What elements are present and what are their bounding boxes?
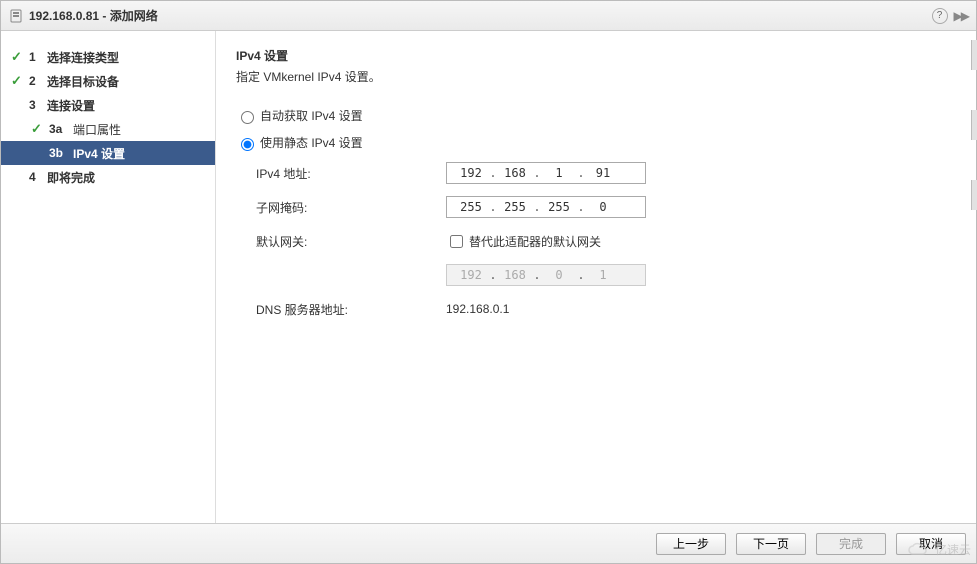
ip-octet[interactable]: 255 (497, 200, 533, 214)
wizard-content: IPv4 设置 指定 VMkernel IPv4 设置。 自动获取 IPv4 设… (216, 31, 976, 523)
section-subtitle: 指定 VMkernel IPv4 设置。 (236, 68, 956, 85)
dot: . (533, 166, 541, 180)
help-icon[interactable]: ? (932, 8, 948, 24)
next-button[interactable]: 下一页 (736, 533, 806, 555)
ip-octet[interactable]: 0 (585, 200, 621, 214)
dialog-window: 192.168.0.81 - 添加网络 ? ▶▶ ✓ 1 选择连接类型 ✓ 2 … (0, 0, 977, 564)
step-port-properties[interactable]: ✓ 3a 端口属性 (1, 117, 215, 141)
static-ipv4-form: IPv4 地址: 192. 168. 1. 91 子网掩码: 255. 255.… (256, 161, 956, 321)
window-title: 192.168.0.81 - 添加网络 (29, 7, 932, 24)
edge-stub (971, 40, 977, 70)
check-icon: ✓ (11, 73, 25, 89)
step-target-device[interactable]: ✓ 2 选择目标设备 (1, 69, 215, 93)
ip-octet[interactable]: 91 (585, 166, 621, 180)
cloud-icon (907, 542, 931, 558)
title-bar: 192.168.0.81 - 添加网络 ? ▶▶ (1, 1, 976, 31)
ip-octet: 0 (541, 268, 577, 282)
step-connection-type[interactable]: ✓ 1 选择连接类型 (1, 45, 215, 69)
radio-auto-input[interactable] (241, 111, 254, 124)
dot: . (489, 200, 497, 214)
row-ip-address: IPv4 地址: 192. 168. 1. 91 (256, 161, 956, 185)
mask-label: 子网掩码: (256, 199, 446, 216)
dns-value: 192.168.0.1 (446, 302, 509, 316)
check-icon: ✓ (11, 49, 25, 65)
dot: . (577, 200, 585, 214)
ip-octet: 168 (497, 268, 533, 282)
step-num: 3a (45, 122, 73, 136)
ip-octet[interactable]: 255 (453, 200, 489, 214)
dot: . (577, 268, 585, 282)
row-subnet-mask: 子网掩码: 255. 255. 255. 0 (256, 195, 956, 219)
step-label: 选择目标设备 (47, 73, 207, 90)
step-ipv4-settings[interactable]: 3b IPv4 设置 (1, 141, 215, 165)
step-label: 连接设置 (47, 97, 207, 114)
ip-octet: 1 (585, 268, 621, 282)
watermark-text: 亿速云 (935, 541, 971, 558)
step-label: 端口属性 (73, 121, 207, 138)
step-label: 选择连接类型 (47, 49, 207, 66)
step-ready-complete[interactable]: 4 即将完成 (1, 165, 215, 189)
step-num: 4 (25, 170, 47, 184)
step-label: IPv4 设置 (73, 145, 207, 162)
subnet-mask-input[interactable]: 255. 255. 255. 0 (446, 196, 646, 218)
radio-auto-label: 自动获取 IPv4 设置 (260, 107, 363, 124)
gw-label: 默认网关: (256, 233, 446, 250)
dot: . (577, 166, 585, 180)
check-icon: ✓ (31, 121, 45, 137)
back-button[interactable]: 上一步 (656, 533, 726, 555)
step-num: 2 (25, 74, 47, 88)
step-num: 3 (25, 98, 47, 112)
radio-static-label: 使用静态 IPv4 设置 (260, 134, 363, 151)
ip-octet[interactable]: 192 (453, 166, 489, 180)
finish-button: 完成 (816, 533, 886, 555)
dot: . (489, 166, 497, 180)
override-gateway-checkbox[interactable] (450, 235, 463, 248)
step-label: 即将完成 (47, 169, 207, 186)
gateway-input: 192. 168. 0. 1 (446, 264, 646, 286)
ip-label: IPv4 地址: (256, 165, 446, 182)
row-default-gateway: 默认网关: 替代此适配器的默认网关 (256, 229, 956, 253)
step-num: 1 (25, 50, 47, 64)
dot: . (533, 268, 541, 282)
dns-label: DNS 服务器地址: (256, 301, 446, 318)
section-title: IPv4 设置 (236, 47, 956, 64)
radio-static-input[interactable] (241, 138, 254, 151)
dialog-footer: 上一步 下一页 完成 取消 (1, 523, 976, 563)
dialog-body: ✓ 1 选择连接类型 ✓ 2 选择目标设备 3 连接设置 ✓ 3a 端口属性 (1, 31, 976, 523)
ip-octet[interactable]: 1 (541, 166, 577, 180)
ip-octet[interactable]: 255 (541, 200, 577, 214)
ip-octet[interactable]: 168 (497, 166, 533, 180)
step-connection-settings[interactable]: 3 连接设置 (1, 93, 215, 117)
dot: . (533, 200, 541, 214)
watermark: 亿速云 (907, 541, 971, 558)
override-gateway-label: 替代此适配器的默认网关 (469, 233, 601, 250)
step-num: 3b (45, 146, 73, 160)
radio-auto-ipv4[interactable]: 自动获取 IPv4 设置 (236, 107, 956, 124)
edge-stub (971, 180, 977, 210)
ip-address-input[interactable]: 192. 168. 1. 91 (446, 162, 646, 184)
row-gateway-value: 192. 168. 0. 1 (256, 263, 956, 287)
advance-icon[interactable]: ▶▶ (954, 9, 968, 23)
host-icon (9, 9, 23, 23)
dot: . (489, 268, 497, 282)
wizard-sidebar: ✓ 1 选择连接类型 ✓ 2 选择目标设备 3 连接设置 ✓ 3a 端口属性 (1, 31, 216, 523)
ip-octet: 192 (453, 268, 489, 282)
row-dns: DNS 服务器地址: 192.168.0.1 (256, 297, 956, 321)
radio-static-ipv4[interactable]: 使用静态 IPv4 设置 (236, 134, 956, 151)
edge-stub (971, 110, 977, 140)
